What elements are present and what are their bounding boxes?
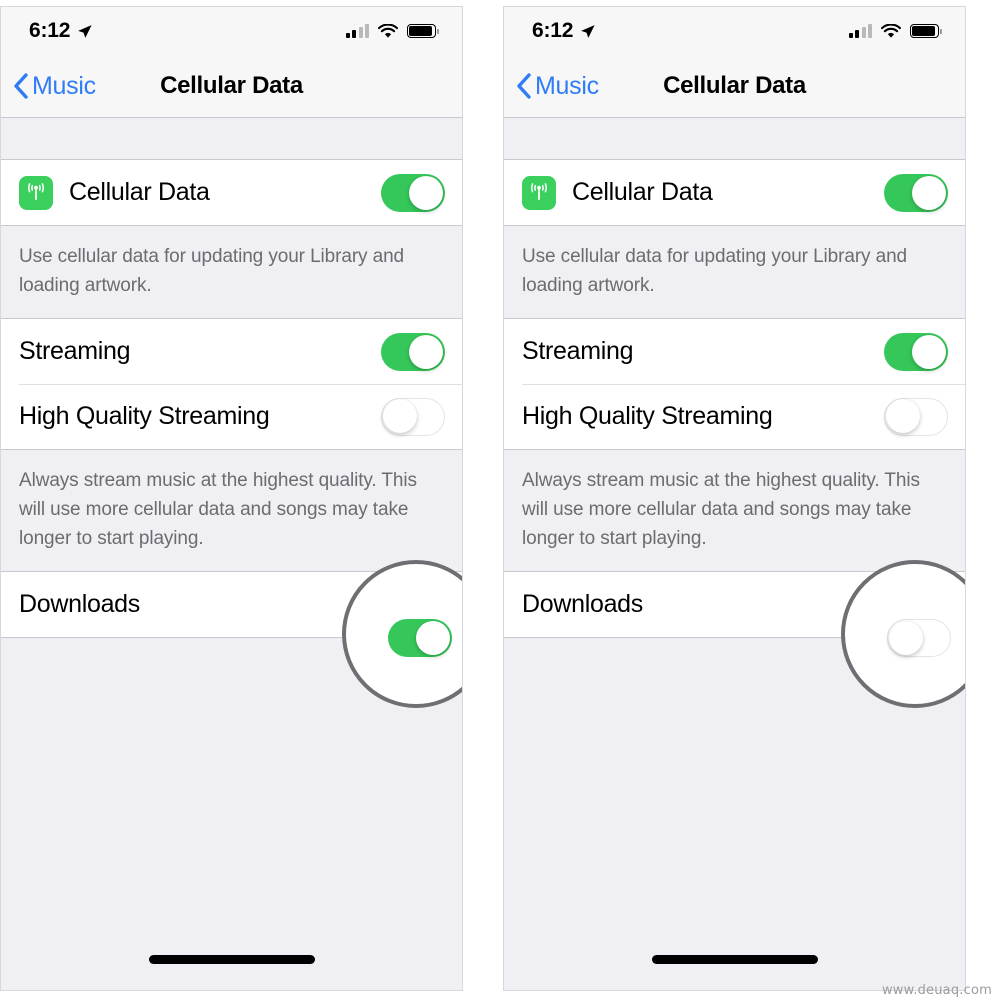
row-label-high-quality-streaming: High Quality Streaming: [19, 402, 270, 430]
note-cellular-data: Use cellular data for updating your Libr…: [504, 226, 965, 318]
status-bar: 6:12: [504, 7, 965, 55]
note-high-quality: Always stream music at the highest quali…: [504, 450, 965, 571]
group-cellular-data: Cellular Data: [504, 159, 965, 226]
cellular-data-icon: [522, 175, 556, 210]
cellular-signal-icon: [345, 24, 369, 38]
status-indicators: [345, 23, 439, 39]
location-arrow-icon: [581, 24, 595, 38]
nav-bar: Music Cellular Data: [1, 55, 462, 118]
back-button-music[interactable]: Music: [516, 72, 599, 101]
status-indicators: [848, 23, 942, 39]
row-cellular-data[interactable]: Cellular Data: [504, 160, 965, 225]
phone-panel-left: 6:12 Music Cellular Data Cellular Data U…: [0, 6, 463, 991]
battery-full-icon: [407, 24, 439, 38]
status-clock-group: 6:12: [532, 19, 596, 43]
row-label-streaming: Streaming: [522, 337, 634, 365]
note-high-quality: Always stream music at the highest quali…: [1, 450, 462, 571]
settings-content: Cellular Data Use cellular data for upda…: [1, 118, 462, 990]
group-streaming: Streaming High Quality Streaming: [1, 318, 462, 450]
site-watermark: www.deuaq.com: [881, 983, 992, 998]
back-button-label: Music: [535, 71, 599, 100]
row-label-high-quality-streaming: High Quality Streaming: [522, 402, 773, 430]
high-quality-streaming-toggle[interactable]: [884, 397, 948, 436]
location-arrow-icon: [78, 24, 92, 38]
row-high-quality-streaming[interactable]: High Quality Streaming: [1, 384, 462, 449]
row-streaming[interactable]: Streaming: [504, 319, 965, 384]
streaming-toggle[interactable]: [884, 332, 948, 371]
row-label-downloads: Downloads: [522, 590, 643, 618]
cellular-signal-icon: [848, 24, 872, 38]
home-indicator[interactable]: [651, 955, 818, 964]
settings-content: Cellular Data Use cellular data for upda…: [504, 118, 965, 990]
phone-panel-right: 6:12 Music Cellular Data Cellular Data U…: [503, 6, 966, 991]
battery-full-icon: [910, 24, 942, 38]
row-label-streaming: Streaming: [19, 337, 131, 365]
back-button-label: Music: [32, 71, 96, 100]
row-label-cellular-data: Cellular Data: [572, 178, 713, 206]
row-high-quality-streaming[interactable]: High Quality Streaming: [504, 384, 965, 449]
row-label-downloads: Downloads: [19, 590, 140, 618]
downloads-toggle-highlighted[interactable]: [388, 619, 452, 657]
screenshot-canvas: 6:12 Music Cellular Data Cellular Data U…: [0, 0, 1000, 1004]
status-bar: 6:12: [1, 7, 462, 55]
row-label-cellular-data: Cellular Data: [69, 178, 210, 206]
home-indicator[interactable]: [148, 955, 315, 964]
row-cellular-data[interactable]: Cellular Data: [1, 160, 462, 225]
row-streaming[interactable]: Streaming: [1, 319, 462, 384]
streaming-toggle[interactable]: [381, 332, 445, 371]
wifi-icon: [881, 23, 901, 38]
nav-bar: Music Cellular Data: [504, 55, 965, 118]
high-quality-streaming-toggle[interactable]: [381, 397, 445, 436]
cellular-data-toggle[interactable]: [884, 173, 948, 212]
chevron-left-icon: [517, 73, 531, 99]
back-button-music[interactable]: Music: [13, 72, 96, 101]
status-time: 6:12: [29, 19, 71, 42]
chevron-left-icon: [14, 73, 28, 99]
status-clock-group: 6:12: [29, 19, 93, 43]
note-cellular-data: Use cellular data for updating your Libr…: [1, 226, 462, 318]
group-cellular-data: Cellular Data: [1, 159, 462, 226]
cellular-data-toggle[interactable]: [381, 173, 445, 212]
group-streaming: Streaming High Quality Streaming: [504, 318, 965, 450]
status-time: 6:12: [532, 19, 574, 42]
cellular-data-icon: [19, 175, 53, 210]
wifi-icon: [378, 23, 398, 38]
downloads-toggle-highlighted[interactable]: [887, 619, 951, 657]
